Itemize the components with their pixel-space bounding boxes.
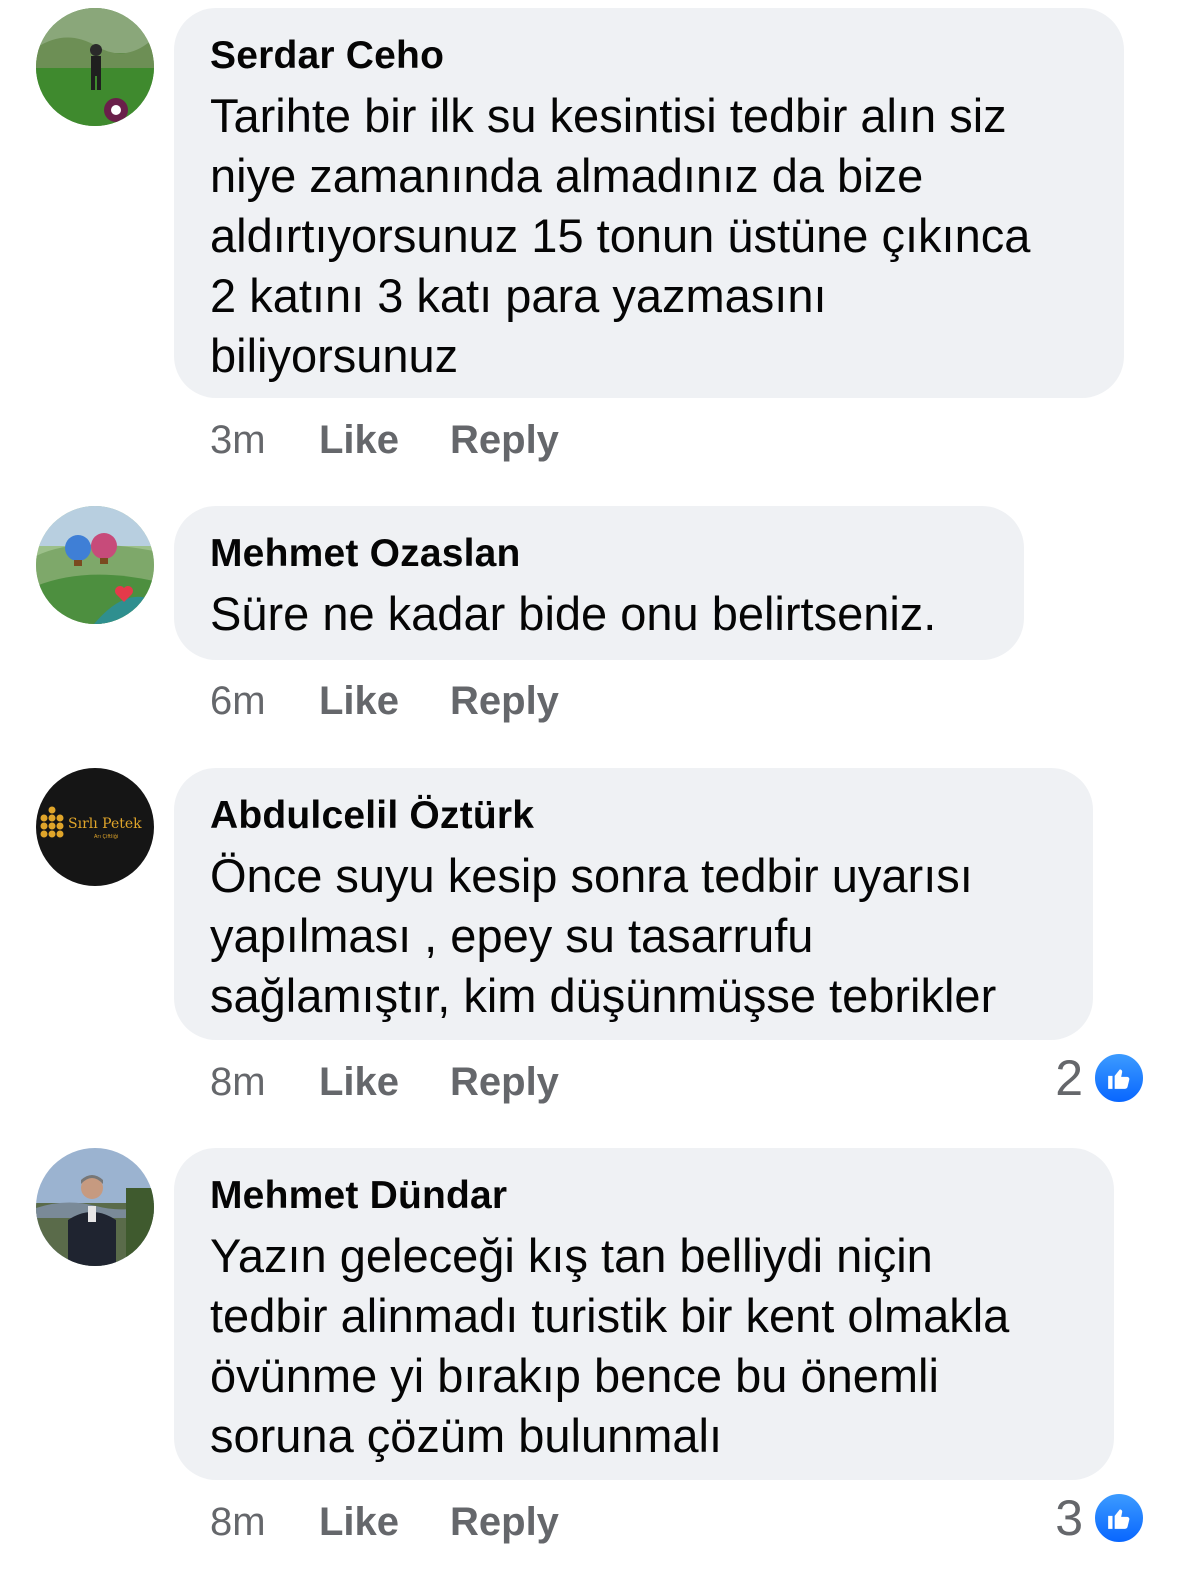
comment-time[interactable]: 8m bbox=[210, 1058, 266, 1106]
comment-bubble: Mehmet Ozaslan Süre ne kadar bide onu be… bbox=[174, 506, 1024, 660]
reaction-count: 2 bbox=[1055, 1050, 1083, 1106]
svg-text:Sırlı Petek: Sırlı Petek bbox=[68, 816, 142, 832]
reaction-summary[interactable]: 3 bbox=[1055, 1492, 1145, 1544]
comment-author[interactable]: Mehmet Dündar bbox=[210, 1172, 1078, 1220]
thumbs-up-icon bbox=[1093, 1052, 1145, 1104]
comment-time[interactable]: 8m bbox=[210, 1498, 266, 1546]
person-avatar-icon bbox=[36, 8, 154, 126]
comment-author[interactable]: Mehmet Ozaslan bbox=[210, 530, 988, 578]
comment-text: Süre ne kadar bide onu belirtseniz. bbox=[210, 587, 937, 640]
comment-text: Önce suyu kesip sonra tedbir uyarısı yap… bbox=[210, 849, 997, 1022]
like-button[interactable]: Like bbox=[319, 1498, 399, 1546]
reply-button[interactable]: Reply bbox=[450, 416, 559, 464]
avatar[interactable] bbox=[36, 506, 154, 624]
comment-time[interactable]: 3m bbox=[210, 416, 266, 464]
logo-avatar-icon: Sırlı Petek Arı Çiftliği bbox=[36, 768, 154, 886]
like-button[interactable]: Like bbox=[319, 1058, 399, 1106]
svg-text:Arı Çiftliği: Arı Çiftliği bbox=[94, 833, 118, 840]
comment-bubble: Abdulcelil Öztürk Önce suyu kesip sonra … bbox=[174, 768, 1093, 1040]
comment-time[interactable]: 6m bbox=[210, 677, 266, 725]
reaction-summary[interactable]: 2 bbox=[1055, 1052, 1145, 1104]
thumbs-up-icon bbox=[1093, 1492, 1145, 1544]
comment-text: Yazın geleceği kış tan belliydi niçin te… bbox=[210, 1229, 1010, 1462]
like-button[interactable]: Like bbox=[319, 677, 399, 725]
reply-button[interactable]: Reply bbox=[450, 1058, 559, 1106]
comment-bubble: Mehmet Dündar Yazın geleceği kış tan bel… bbox=[174, 1148, 1114, 1480]
balloon-avatar-icon bbox=[36, 506, 154, 624]
comment-author[interactable]: Abdulcelil Öztürk bbox=[210, 792, 1057, 840]
avatar[interactable] bbox=[36, 1148, 154, 1266]
reply-button[interactable]: Reply bbox=[450, 1498, 559, 1546]
like-button[interactable]: Like bbox=[319, 416, 399, 464]
reaction-count: 3 bbox=[1055, 1490, 1083, 1546]
comment-text: Tarihte bir ilk su kesintisi tedbir alın… bbox=[210, 89, 1031, 382]
person-avatar-icon bbox=[36, 1148, 154, 1266]
reply-button[interactable]: Reply bbox=[450, 677, 559, 725]
avatar[interactable]: Sırlı Petek Arı Çiftliği bbox=[36, 768, 154, 886]
comment-bubble: Serdar Ceho Tarihte bir ilk su kesintisi… bbox=[174, 8, 1124, 398]
avatar[interactable] bbox=[36, 8, 154, 126]
comment-author[interactable]: Serdar Ceho bbox=[210, 32, 1088, 80]
